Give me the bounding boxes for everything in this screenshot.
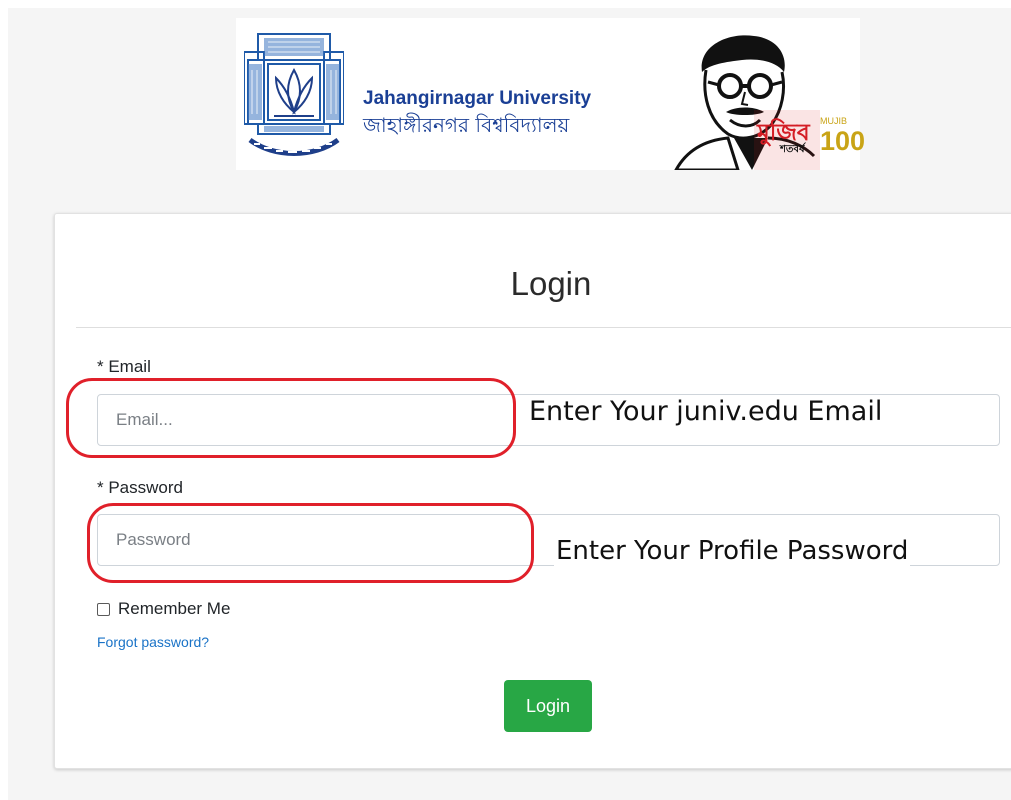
login-header-divider	[76, 327, 1011, 328]
university-name-bangla: জাহাঙ্গীরনগর বিশ্ববিদ্যালয়	[363, 113, 570, 137]
mujib-100-mark: 100	[820, 126, 866, 156]
login-button[interactable]: Login	[504, 680, 592, 732]
mujib-title-english: MUJIB	[820, 116, 847, 126]
remember-me-label: Remember Me	[118, 599, 231, 618]
email-hint-text: Enter Your juniv.edu Email	[527, 396, 885, 427]
university-banner: Jahangirnagar University জাহাঙ্গীরনগর বি…	[236, 18, 865, 170]
login-title: Login	[510, 265, 592, 302]
email-hint-annotation: Enter Your juniv.edu Email	[527, 395, 997, 431]
remember-me[interactable]: Remember Me	[97, 598, 230, 620]
password-hint-annotation: Enter Your Profile Password	[554, 534, 1004, 570]
university-seal-icon	[244, 33, 344, 156]
mujib-subtitle-bangla: শতবর্ষ	[780, 144, 805, 155]
password-label: * Password	[97, 478, 183, 497]
university-name-english: Jahangirnagar University	[363, 88, 592, 109]
email-label: * Email	[97, 357, 151, 376]
password-hint-text: Enter Your Profile Password	[554, 536, 911, 566]
forgot-password-link[interactable]: Forgot password?	[97, 634, 209, 650]
remember-me-checkbox[interactable]	[97, 602, 110, 616]
